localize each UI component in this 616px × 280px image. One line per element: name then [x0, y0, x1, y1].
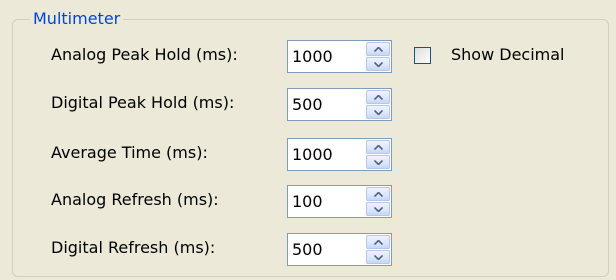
digital-peak-hold-spin-buttons: [366, 90, 390, 119]
chevron-up-icon: [374, 47, 383, 52]
analog-peak-hold-spin-buttons: [366, 42, 390, 71]
digital-peak-hold-spinner[interactable]: 500: [287, 88, 392, 121]
analog-refresh-input[interactable]: 100: [292, 192, 360, 212]
analog-peak-hold-input[interactable]: 1000: [292, 47, 360, 67]
group-title: Multimeter: [30, 9, 124, 28]
show-decimal-option[interactable]: Show Decimal: [414, 44, 594, 68]
digital-refresh-increment-button[interactable]: [366, 235, 390, 249]
analog-peak-hold-decrement-button[interactable]: [366, 57, 390, 71]
digital-peak-hold-increment-button[interactable]: [366, 90, 390, 104]
multimeter-settings-panel: Multimeter Analog Peak Hold (ms): 1000 D…: [0, 0, 616, 280]
show-decimal-label[interactable]: Show Decimal: [451, 45, 565, 65]
chevron-down-icon: [374, 62, 383, 67]
average-time-spinner[interactable]: 1000: [287, 138, 392, 171]
digital-peak-hold-decrement-button[interactable]: [366, 105, 390, 119]
average-time-decrement-button[interactable]: [366, 155, 390, 169]
analog-refresh-spinner[interactable]: 100: [287, 185, 392, 218]
digital-refresh-spinner[interactable]: 500: [287, 233, 392, 266]
chevron-down-icon: [374, 110, 383, 115]
digital-peak-hold-label: Digital Peak Hold (ms):: [51, 93, 235, 112]
chevron-up-icon: [374, 192, 383, 197]
average-time-spin-buttons: [366, 140, 390, 169]
analog-refresh-decrement-button[interactable]: [366, 202, 390, 216]
analog-peak-hold-increment-button[interactable]: [366, 42, 390, 56]
analog-refresh-increment-button[interactable]: [366, 187, 390, 201]
show-decimal-checkbox[interactable]: [414, 47, 431, 64]
chevron-down-icon: [374, 207, 383, 212]
chevron-up-icon: [374, 240, 383, 245]
digital-refresh-decrement-button[interactable]: [366, 250, 390, 264]
average-time-increment-button[interactable]: [366, 140, 390, 154]
digital-peak-hold-input[interactable]: 500: [292, 95, 360, 115]
average-time-input[interactable]: 1000: [292, 145, 360, 165]
analog-refresh-label: Analog Refresh (ms):: [51, 190, 219, 209]
average-time-label: Average Time (ms):: [51, 143, 208, 162]
digital-refresh-spin-buttons: [366, 235, 390, 264]
analog-refresh-spin-buttons: [366, 187, 390, 216]
chevron-down-icon: [374, 255, 383, 260]
chevron-up-icon: [374, 145, 383, 150]
analog-peak-hold-label: Analog Peak Hold (ms):: [51, 45, 238, 64]
digital-refresh-label: Digital Refresh (ms):: [51, 238, 216, 257]
chevron-up-icon: [374, 95, 383, 100]
chevron-down-icon: [374, 160, 383, 165]
digital-refresh-input[interactable]: 500: [292, 240, 360, 260]
analog-peak-hold-spinner[interactable]: 1000: [287, 40, 392, 73]
